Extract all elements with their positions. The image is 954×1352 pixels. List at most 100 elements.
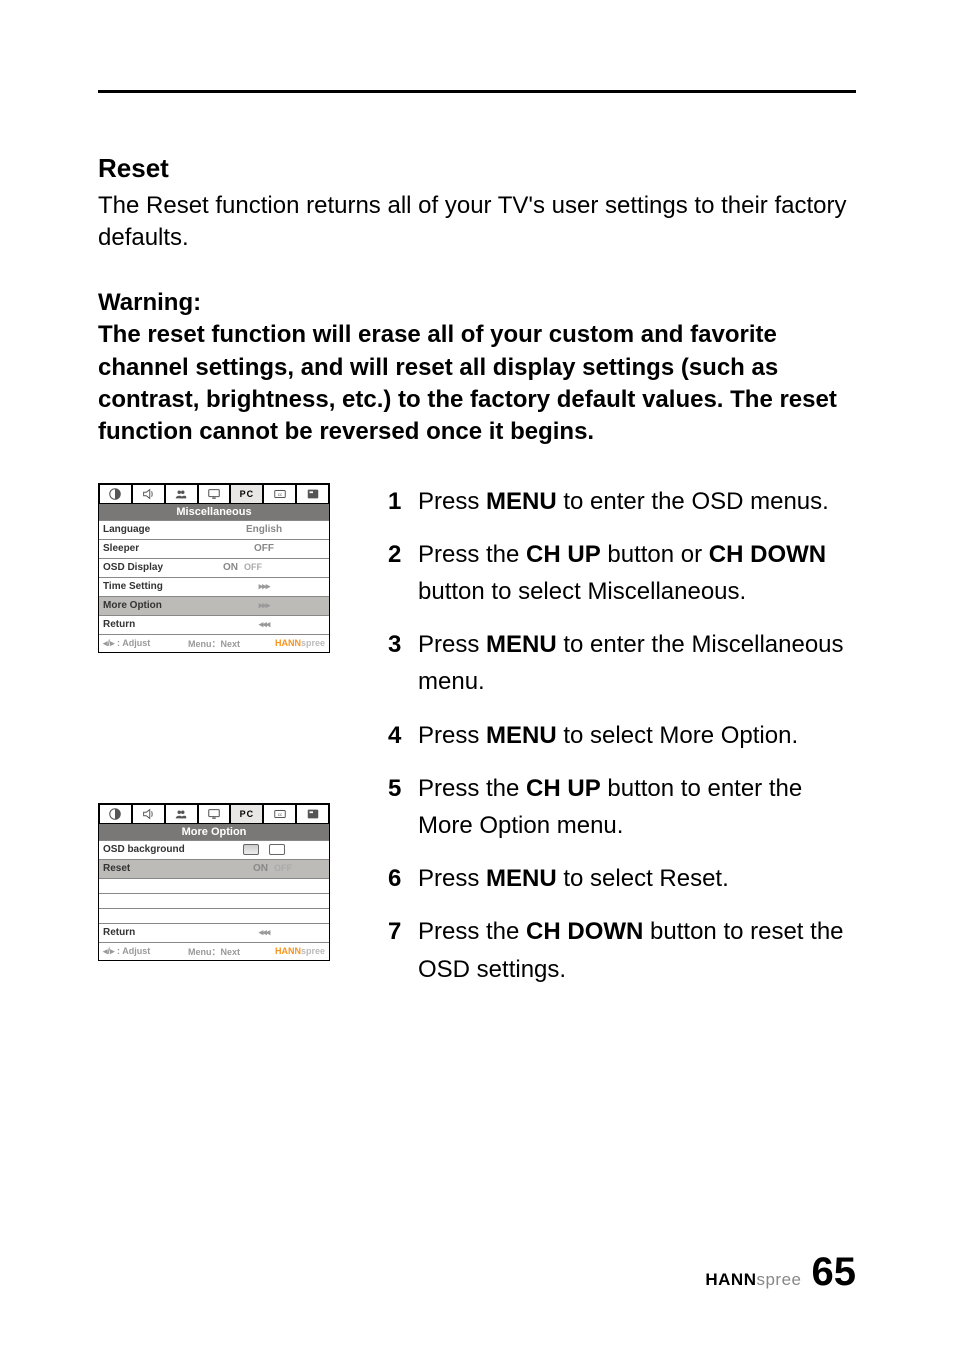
t: MENU xyxy=(486,722,557,749)
t: to enter the OSD menus. xyxy=(557,488,829,515)
reset-label: Reset xyxy=(103,863,203,874)
tab-users-icon xyxy=(165,804,198,824)
step-2: 2Press the CH UP button or CH DOWN butto… xyxy=(388,536,856,610)
t: CH DOWN xyxy=(526,918,643,945)
footer-menu: Menu：Next xyxy=(177,945,251,958)
svg-text:cc: cc xyxy=(278,811,283,816)
footer-brand1: HANN xyxy=(705,1270,756,1289)
page-number: 65 xyxy=(812,1252,857,1292)
t: CH UP xyxy=(526,775,601,802)
tab-tools-icon xyxy=(296,804,329,824)
footer-menu: Menu：Next xyxy=(177,637,251,650)
t: Press the xyxy=(418,775,526,802)
tab-pc: PC xyxy=(230,804,263,824)
blank-row xyxy=(99,893,329,908)
footer-adjust: ◂/▸ : Adjust xyxy=(103,638,177,649)
steps-list: 1Press MENU to enter the OSD menus. 2Pre… xyxy=(388,483,856,988)
tab-users-icon xyxy=(165,484,198,504)
osd-tab-row: PC cc xyxy=(99,804,329,824)
footer-brand1: HANN xyxy=(275,946,301,956)
blank-row xyxy=(99,908,329,923)
tab-audio-icon xyxy=(132,484,165,504)
step-num: 7 xyxy=(388,913,418,987)
row-more-option: More Option ▸▸▸ xyxy=(99,596,329,615)
footer-brand2: spree xyxy=(301,946,325,956)
step-num: 6 xyxy=(388,860,418,897)
step-4: 4Press MENU to select More Option. xyxy=(388,717,856,754)
t: Press xyxy=(418,488,486,515)
t: CH UP xyxy=(526,541,601,568)
back-arrows-icon: ◂◂◂ xyxy=(259,619,270,629)
osd-more-option: PC cc More Option OSD background Reset ON… xyxy=(98,803,330,961)
svg-text:cc: cc xyxy=(278,491,283,496)
t: to select More Option. xyxy=(557,722,798,749)
forward-arrows-icon: ▸▸▸ xyxy=(259,600,270,610)
tab-audio-icon xyxy=(132,804,165,824)
warning-label: Warning: xyxy=(98,289,201,316)
row-time-setting: Time Setting ▸▸▸ xyxy=(99,577,329,596)
more-option-label: More Option xyxy=(103,600,203,611)
warning-block: Warning: The reset function will erase a… xyxy=(98,287,856,449)
t: Press xyxy=(418,865,486,892)
osd-background-label: OSD background xyxy=(103,844,213,855)
back-arrows-icon: ◂◂◂ xyxy=(259,927,270,937)
t: MENU xyxy=(486,865,557,892)
time-setting-label: Time Setting xyxy=(103,581,203,592)
osd2-title: More Option xyxy=(99,824,329,840)
tab-display-icon xyxy=(198,804,231,824)
return-label: Return xyxy=(103,927,203,938)
swatch-plain-icon xyxy=(269,844,285,855)
osd-display-off: OFF xyxy=(244,562,262,572)
footer-brand2: spree xyxy=(756,1270,801,1289)
reset-on: ON xyxy=(253,863,268,874)
row-osd-background: OSD background xyxy=(99,840,329,859)
osd-miscellaneous: PC cc Miscellaneous LanguageEnglish Slee… xyxy=(98,483,330,653)
swatch-gradient-icon xyxy=(243,844,259,855)
osd-tab-row: PC cc xyxy=(99,484,329,504)
row-osd-display: OSD DisplayONOFF xyxy=(99,558,329,577)
step-num: 5 xyxy=(388,770,418,844)
footer-brand1: HANN xyxy=(275,638,301,648)
tab-cc-icon: cc xyxy=(263,484,296,504)
osd-display-label: OSD Display xyxy=(103,562,203,573)
step-num: 4 xyxy=(388,717,418,754)
step-7: 7Press the CH DOWN button to reset the O… xyxy=(388,913,856,987)
row-sleeper: SleeperOFF xyxy=(99,539,329,558)
step-num: 1 xyxy=(388,483,418,520)
osd1-title: Miscellaneous xyxy=(99,504,329,520)
tab-contrast-icon xyxy=(99,804,132,824)
row-return: Return ◂◂◂ xyxy=(99,615,329,634)
warning-body: The reset function will erase all of you… xyxy=(98,321,837,445)
forward-arrows-icon: ▸▸▸ xyxy=(259,581,270,591)
intro-text: The Reset function returns all of your T… xyxy=(98,190,856,255)
tab-contrast-icon xyxy=(99,484,132,504)
section-heading: Reset xyxy=(98,153,856,184)
row-return: Return ◂◂◂ xyxy=(99,923,329,942)
horizontal-rule xyxy=(98,90,856,93)
t: button to select Miscellaneous. xyxy=(418,578,746,605)
step-5: 5Press the CH UP button to enter the Mor… xyxy=(388,770,856,844)
t: MENU xyxy=(486,488,557,515)
tab-pc-label: PC xyxy=(240,809,255,819)
tab-pc-label: PC xyxy=(240,489,255,499)
row-reset: Reset ON OFF xyxy=(99,859,329,878)
step-1: 1Press MENU to enter the OSD menus. xyxy=(388,483,856,520)
tab-pc: PC xyxy=(230,484,263,504)
t: button or xyxy=(601,541,709,568)
t: MENU xyxy=(486,631,557,658)
tab-display-icon xyxy=(198,484,231,504)
language-value: English xyxy=(203,524,325,535)
tab-tools-icon xyxy=(296,484,329,504)
footer-adjust: ◂/▸ : Adjust xyxy=(103,946,177,957)
page-footer: HANNspree 65 xyxy=(705,1252,856,1292)
osd1-footer: ◂/▸ : Adjust Menu：Next HANNspree xyxy=(99,634,329,652)
return-label: Return xyxy=(103,619,203,630)
sleeper-value: OFF xyxy=(203,543,325,554)
t: CH DOWN xyxy=(709,541,826,568)
t: Press the xyxy=(418,541,526,568)
t: to select Reset. xyxy=(557,865,729,892)
step-3: 3Press MENU to enter the Miscellaneous m… xyxy=(388,626,856,700)
language-label: Language xyxy=(103,524,203,535)
reset-off: OFF xyxy=(274,863,292,873)
t: Press xyxy=(418,631,486,658)
